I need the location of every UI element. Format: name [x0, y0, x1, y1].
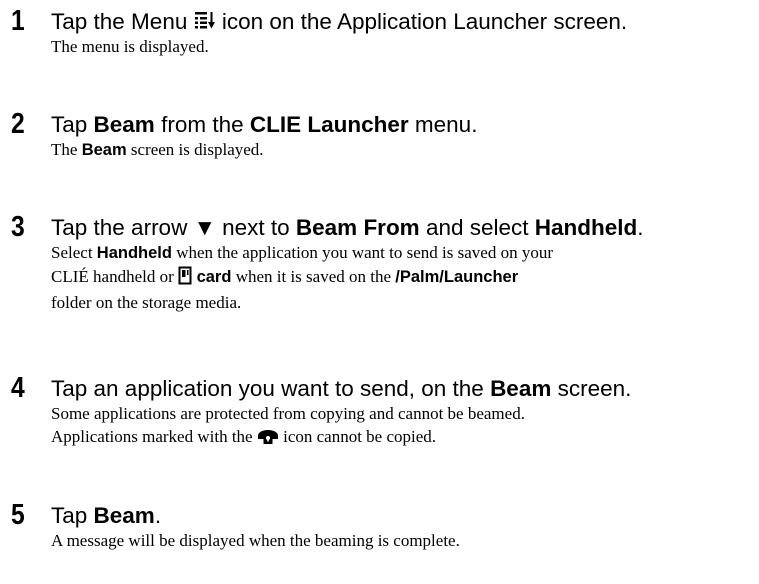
step-result: Some applications are protected from cop… — [51, 402, 751, 451]
step-number: 2 — [11, 108, 25, 140]
step-instruction: Tap an application you want to send, on … — [51, 376, 632, 401]
dropdown-arrow-icon: ▼ — [193, 215, 216, 240]
step-number: 4 — [11, 372, 25, 404]
step-result: A message will be displayed when the bea… — [51, 531, 460, 550]
lock-icon — [257, 425, 279, 451]
step-result: Select Handheld when the application you… — [51, 243, 553, 312]
step-instruction: Tap the Menu icon on the Application Lau… — [51, 9, 627, 36]
step-instruction: Tap Beam. — [51, 503, 162, 528]
step-instruction: Tap the arrow ▼ next to Beam From and se… — [51, 215, 644, 240]
menu-icon — [194, 10, 216, 36]
step-result: The menu is displayed. — [51, 37, 209, 56]
step-number: 3 — [11, 211, 25, 243]
memory-card-icon — [178, 266, 192, 291]
step-number: 5 — [11, 499, 25, 531]
step-result: The Beam screen is displayed. — [51, 140, 264, 159]
step-instruction: Tap Beam from the CLIE Launcher menu. — [51, 112, 478, 137]
step-number: 1 — [11, 5, 25, 37]
